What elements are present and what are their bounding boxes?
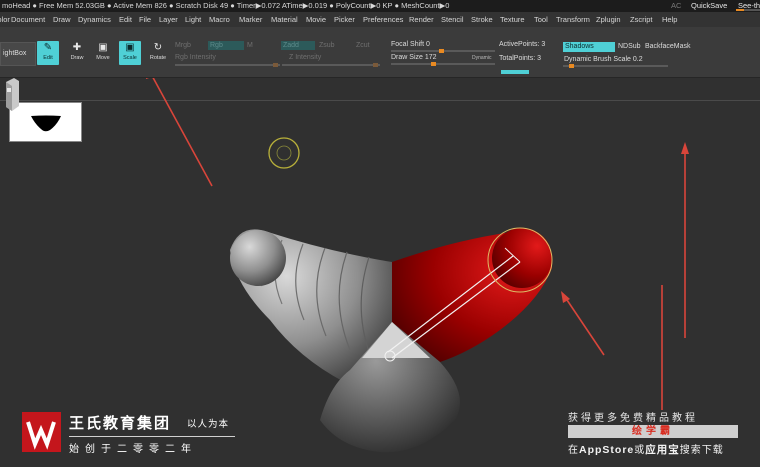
- zadd-button[interactable]: Zadd: [281, 41, 315, 50]
- dynamic-brush-scale-label[interactable]: Dynamic Brush Scale 0.2: [564, 56, 643, 63]
- draw-size-slider[interactable]: [391, 62, 495, 66]
- move-icon: ▣: [98, 42, 108, 53]
- top-shelf: ightBox ✎ Edit ✚ Draw ▣ Move ▣ Scale ↻ R…: [0, 27, 760, 78]
- mesh-right-arm-masked: [392, 228, 552, 362]
- scale-button[interactable]: ▣ Scale: [119, 41, 141, 65]
- ndsub-toggle[interactable]: NDSub: [618, 43, 641, 50]
- focal-shift-slider[interactable]: [391, 49, 495, 53]
- menu-color[interactable]: Color: [0, 12, 10, 27]
- promo-text-e: 搜索下载: [679, 445, 724, 456]
- promo-line-3: 在AppStore或应用宝搜索下载: [568, 441, 724, 457]
- see-through-slider[interactable]: [736, 9, 760, 11]
- menu-dynamics[interactable]: Dynamics: [78, 12, 111, 27]
- menu-zplugin[interactable]: Zplugin: [596, 12, 621, 27]
- brand-logo-icon: [22, 412, 61, 452]
- edit-icon: ✎: [43, 42, 53, 53]
- menu-texture[interactable]: Texture: [500, 12, 525, 27]
- scale-label: Scale: [123, 55, 137, 61]
- menu-transform[interactable]: Transform: [556, 12, 590, 27]
- promo-appstore: AppStore: [579, 444, 635, 456]
- rotate-label: Rotate: [149, 55, 167, 61]
- move-label: Move: [96, 55, 110, 61]
- draw-icon: ✚: [72, 42, 82, 53]
- move-button[interactable]: ▣ Move: [92, 41, 114, 65]
- menu-preferences[interactable]: Preferences: [363, 12, 403, 27]
- promo-banner: 绘学霸: [568, 425, 738, 438]
- scale-icon: ▣: [125, 42, 135, 53]
- menu-macro[interactable]: Macro: [209, 12, 230, 27]
- points-indicator: [501, 70, 529, 74]
- watermark-subtitle: 始创于二零零二年: [69, 444, 197, 455]
- promo-text-a: 在: [568, 445, 579, 456]
- menu-file[interactable]: File: [139, 12, 151, 27]
- dynamic-brush-scale-slider[interactable]: [563, 64, 668, 68]
- menu-light[interactable]: Light: [185, 12, 201, 27]
- ac-button[interactable]: AC: [671, 0, 681, 12]
- promo-line-1: 获得更多免费精品教程: [568, 413, 698, 424]
- watermark-divider: [69, 436, 235, 437]
- rotate-icon: ↻: [153, 42, 163, 53]
- active-points-readout: ActivePoints: 3: [499, 41, 546, 48]
- draw-size-label[interactable]: Draw Size 172: [391, 54, 437, 61]
- zsub-button[interactable]: Zsub: [319, 42, 335, 49]
- menu-movie[interactable]: Movie: [306, 12, 326, 27]
- menu-stroke[interactable]: Stroke: [471, 12, 493, 27]
- draw-button[interactable]: ✚ Draw: [66, 41, 88, 65]
- draw-label: Draw: [70, 55, 84, 61]
- edit-button[interactable]: ✎ Edit: [37, 41, 59, 65]
- lightbox-button[interactable]: ightBox: [0, 42, 36, 66]
- rotate-button[interactable]: ↻ Rotate: [147, 41, 169, 65]
- menu-edit[interactable]: Edit: [119, 12, 132, 27]
- dynamic-toggle[interactable]: Dynamic: [472, 55, 491, 61]
- z-intensity-slider[interactable]: [282, 63, 380, 67]
- rgb-intensity-slider[interactable]: [175, 63, 280, 67]
- menu-layer[interactable]: Layer: [159, 12, 178, 27]
- orientation-cube-icon[interactable]: [0, 78, 19, 112]
- focal-shift-label[interactable]: Focal Shift 0: [391, 41, 430, 48]
- total-points-readout: TotalPoints: 3: [499, 55, 542, 62]
- menu-tool[interactable]: Tool: [534, 12, 548, 27]
- menu-draw[interactable]: Draw: [53, 12, 71, 27]
- menu-document[interactable]: Document: [11, 12, 45, 27]
- menu-render[interactable]: Render: [409, 12, 434, 27]
- status-readout: moHead ● Free Mem 52.03GB ● Active Mem 8…: [2, 1, 450, 10]
- menu-picker[interactable]: Picker: [334, 12, 355, 27]
- rgb-button[interactable]: Rgb: [208, 41, 244, 50]
- backface-mask-toggle[interactable]: BackfaceMask: [645, 43, 691, 50]
- shadows-toggle[interactable]: Shadows: [563, 42, 615, 52]
- menu-stencil[interactable]: Stencil: [441, 12, 464, 27]
- promo-app-name: 应用宝: [645, 444, 680, 456]
- m-button[interactable]: M: [247, 42, 253, 49]
- rgb-intensity-label[interactable]: Rgb Intensity: [175, 54, 216, 61]
- z-intensity-label[interactable]: Z Intensity: [289, 54, 321, 61]
- watermark-title: 王氏教育集团: [69, 415, 172, 432]
- menu-bar: Color Document Draw Dynamics Edit File L…: [0, 12, 760, 27]
- zcut-button[interactable]: Zcut: [356, 42, 370, 49]
- title-bar: moHead ● Free Mem 52.03GB ● Active Mem 8…: [0, 0, 760, 12]
- menu-marker[interactable]: Marker: [239, 12, 262, 27]
- menu-zscript[interactable]: Zscript: [630, 12, 653, 27]
- menu-help[interactable]: Help: [662, 12, 677, 27]
- menu-material[interactable]: Material: [271, 12, 298, 27]
- edit-label: Edit: [43, 55, 53, 61]
- mrgb-button[interactable]: Mrgb: [175, 42, 191, 49]
- watermark-slogan: 以人为本: [187, 419, 230, 430]
- brush-cursor-icon: [268, 137, 300, 169]
- quicksave-button[interactable]: QuickSave: [691, 0, 727, 12]
- promo-text-c: 或: [634, 445, 646, 456]
